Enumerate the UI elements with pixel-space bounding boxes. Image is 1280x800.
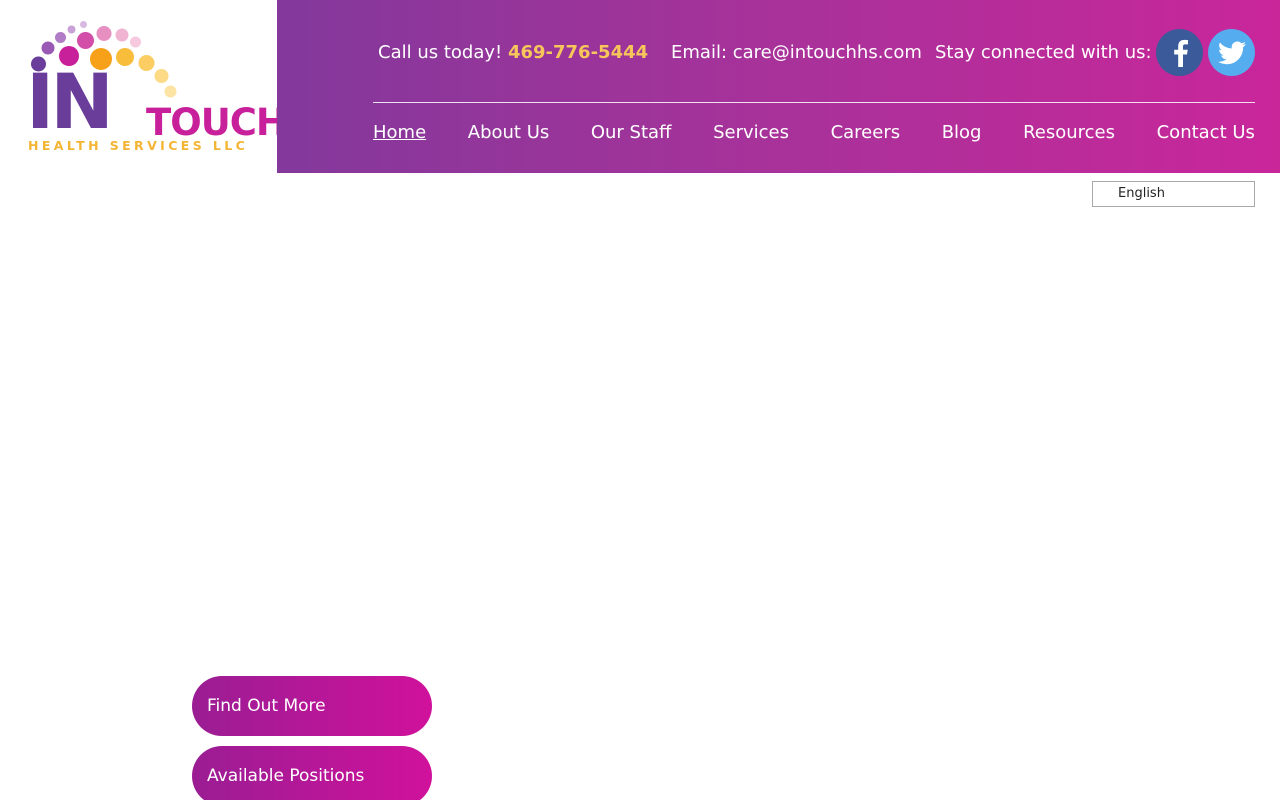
nav-contact-us[interactable]: Contact Us (1157, 119, 1255, 147)
logo-tagline: HEALTH SERVICES LLC (28, 138, 249, 153)
nav-careers[interactable]: Careers (831, 119, 901, 147)
logo-word-in: IN (26, 57, 114, 146)
twitter-button[interactable] (1208, 29, 1255, 76)
nav-resources[interactable]: Resources (1023, 119, 1115, 147)
header-divider (373, 102, 1255, 103)
language-select[interactable]: English (1092, 181, 1255, 207)
twitter-icon (1217, 40, 1246, 64)
facebook-button[interactable] (1156, 29, 1203, 76)
stay-connected-label: Stay connected with us: (935, 42, 1152, 63)
main-nav: Home About Us Our Staff Services Careers… (373, 119, 1255, 147)
nav-services[interactable]: Services (713, 119, 789, 147)
language-selected-value: English (1118, 186, 1165, 201)
call-label: Call us today! (378, 42, 503, 63)
find-out-more-button[interactable]: Find Out More (192, 676, 432, 736)
logo-word-touch: TOUCH (146, 101, 287, 144)
page: IN TOUCH HEALTH SERVICES LLC Call us tod… (0, 0, 1280, 800)
call-us-text: Call us today! 469-776-5444 (378, 40, 648, 66)
facebook-icon (1173, 39, 1188, 67)
nav-blog[interactable]: Blog (942, 119, 982, 147)
available-positions-button[interactable]: Available Positions (192, 746, 432, 800)
nav-home[interactable]: Home (373, 119, 426, 147)
email-link[interactable]: Email: care@intouchhs.com (671, 40, 922, 66)
phone-link[interactable]: 469-776-5444 (508, 42, 648, 63)
contact-bar: Call us today! 469-776-5444 Email: care@… (277, 40, 1280, 66)
nav-about-us[interactable]: About Us (468, 119, 550, 147)
nav-our-staff[interactable]: Our Staff (591, 119, 672, 147)
site-header: Call us today! 469-776-5444 Email: care@… (277, 0, 1280, 173)
site-logo[interactable]: IN TOUCH HEALTH SERVICES LLC (0, 0, 287, 173)
